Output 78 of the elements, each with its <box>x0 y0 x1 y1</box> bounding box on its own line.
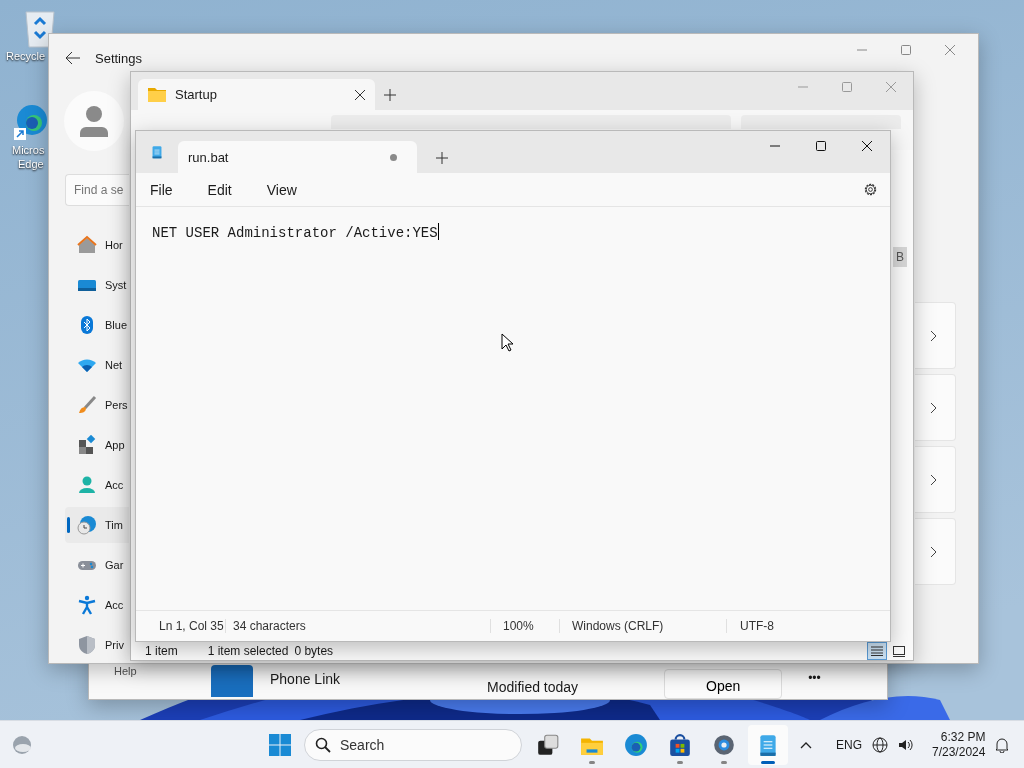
globe-icon[interactable] <box>872 736 888 753</box>
close-icon <box>861 140 873 152</box>
store-icon <box>668 732 692 757</box>
maximize-icon <box>815 140 827 152</box>
nav-item[interactable]: Help <box>89 663 166 677</box>
chevron-right-icon <box>930 329 937 342</box>
chevron-right-icon <box>930 545 937 558</box>
chevron-right-icon <box>930 401 937 414</box>
status-text: UTF-8 <box>739 619 775 633</box>
nav-item[interactable]: Gar <box>65 547 129 583</box>
editor-text[interactable]: NET USER Administrator /Active:YES <box>152 225 438 241</box>
notepad-icon <box>150 143 164 161</box>
clock[interactable]: 6:32 PM 7/23/2024 <box>932 729 986 760</box>
task-view-icon <box>536 732 560 757</box>
more-button[interactable]: ••• <box>808 671 821 685</box>
edge-icon[interactable] <box>14 104 48 142</box>
nav-item[interactable]: Acc <box>65 587 129 623</box>
nav-item[interactable]: Blue <box>65 307 129 343</box>
window-title: Settings <box>95 50 142 66</box>
time-icon <box>77 515 97 535</box>
selection-count: 1 item selected <box>207 644 289 658</box>
plus-icon <box>384 89 396 101</box>
folder-icon <box>148 87 166 102</box>
personalization-icon <box>77 395 97 415</box>
close-icon[interactable] <box>355 89 365 100</box>
tile-icon <box>893 645 905 657</box>
nav-item[interactable]: Syst <box>65 267 129 303</box>
nav-item[interactable]: Tim <box>65 507 129 543</box>
accessibility-icon <box>77 595 97 615</box>
settings-icon <box>712 732 736 757</box>
status-text: 34 characters <box>226 619 491 633</box>
edge-icon <box>624 732 648 757</box>
status-text: Ln 1, Col 35 <box>136 619 226 633</box>
item-count: 1 item <box>145 644 178 658</box>
search-field[interactable] <box>741 115 901 129</box>
modified-date: Modified today <box>487 679 579 695</box>
close-icon <box>944 44 956 56</box>
status-text: Windows (CRLF) <box>560 619 727 633</box>
settings-icon[interactable] <box>863 182 878 197</box>
language-indicator[interactable]: ENG <box>836 737 862 752</box>
search-field[interactable]: Find a se <box>65 174 129 206</box>
nav-item[interactable]: Net <box>65 347 129 383</box>
notepad-taskbar-button[interactable] <box>748 724 788 765</box>
cloud-icon[interactable] <box>10 734 34 755</box>
app-name: Phone Link <box>270 671 341 687</box>
text-caret <box>437 223 439 240</box>
nav-item[interactable]: Pers <box>65 387 129 423</box>
windows-logo-icon <box>269 733 291 756</box>
menu-item[interactable]: Edit <box>199 177 240 202</box>
back-arrow-icon[interactable] <box>65 51 81 65</box>
selection-size: 0 bytes <box>294 644 334 658</box>
menu-item[interactable]: File <box>142 177 181 202</box>
app-tile-icon <box>211 665 253 697</box>
tab[interactable]: run.bat <box>178 141 417 173</box>
chevron-up-icon[interactable] <box>800 740 812 749</box>
maximize-icon <box>841 81 853 93</box>
privacy-icon <box>77 635 97 655</box>
details-view-button[interactable] <box>867 642 887 660</box>
close-icon <box>885 81 897 93</box>
nav-item[interactable]: Priv <box>65 627 129 663</box>
size-label: B <box>893 247 907 267</box>
bell-icon[interactable] <box>995 736 1010 753</box>
tab[interactable]: Startup <box>138 79 375 110</box>
plus-icon <box>436 152 448 164</box>
mouse-pointer-icon <box>501 333 514 352</box>
nav-item[interactable]: App <box>65 427 129 463</box>
menu-item[interactable]: View <box>258 177 305 202</box>
list-icon <box>871 646 883 656</box>
chevron-right-icon <box>930 473 937 486</box>
search-field[interactable]: Search <box>304 728 522 761</box>
nav-item[interactable]: Acc <box>65 467 129 503</box>
home-icon <box>77 235 97 255</box>
accounts-icon <box>77 475 97 495</box>
apps-icon <box>77 435 97 455</box>
maximize-icon <box>900 44 912 56</box>
open-button[interactable]: Open <box>664 669 783 699</box>
nav-item[interactable]: Hor <box>65 227 129 263</box>
status-text: 100% <box>491 619 560 633</box>
